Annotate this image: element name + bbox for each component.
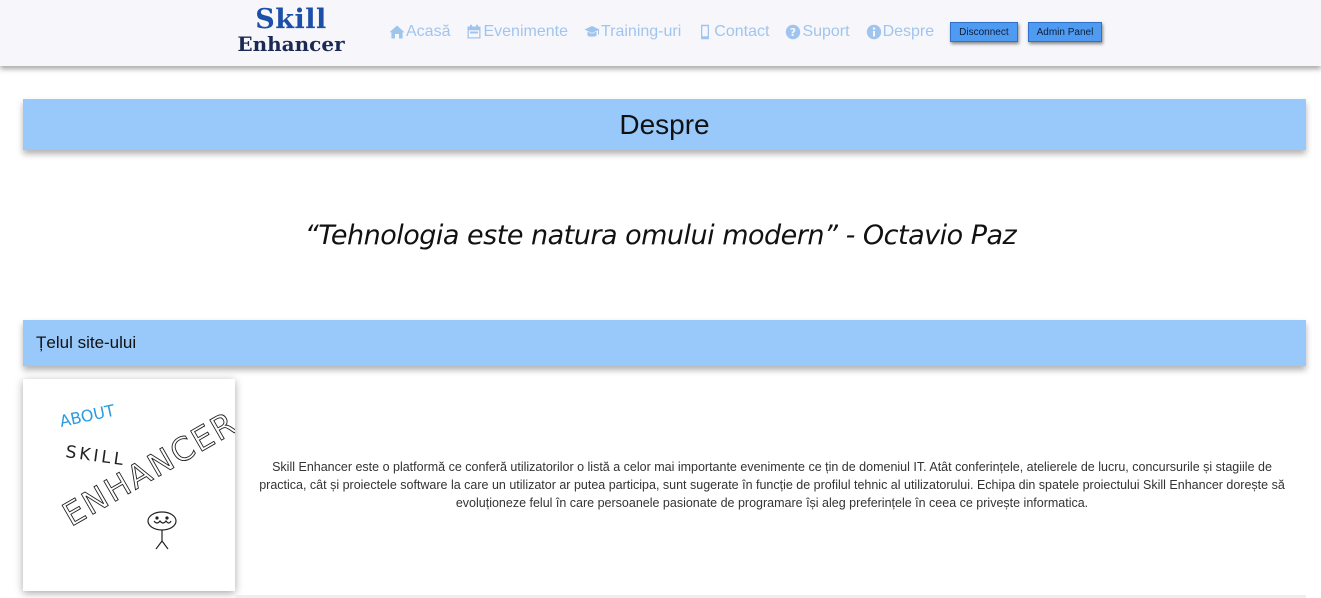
nav-label: Suport (802, 23, 850, 40)
question-circle-icon: ? (786, 24, 801, 40)
section-header: Țelul site-ului (23, 320, 1306, 366)
svg-text:?: ? (790, 26, 796, 39)
site-description: Skill Enhancer este o platformă ce confe… (259, 460, 1285, 510)
top-navbar: Skill Enhancer Acasă Evenimente Training… (0, 0, 1321, 66)
about-sketch-image: ABOUT SKILL ENHANCER (23, 379, 244, 591)
page-title: Despre (619, 108, 710, 140)
mobile-phone-icon (701, 24, 710, 40)
graduation-cap-icon (584, 26, 600, 37)
info-circle-icon (866, 24, 881, 40)
page-title-banner: Despre (23, 99, 1306, 150)
section-title: Țelul site-ului (36, 333, 137, 352)
nav-item-contact[interactable]: Contact (697, 23, 769, 41)
logo-line-1: Skill (255, 4, 327, 35)
calendar-icon (467, 24, 481, 39)
nav-item-acasa[interactable]: Acasă (389, 23, 450, 41)
sketch-about-text: ABOUT (58, 401, 117, 431)
nav-item-evenimente[interactable]: Evenimente (466, 23, 568, 41)
nav-label: Training-uri (600, 23, 682, 40)
logo-line-2: Enhancer (237, 32, 345, 56)
site-logo[interactable]: Skill Enhancer (236, 6, 346, 54)
nav-item-despre[interactable]: Despre (866, 23, 935, 41)
nav-label: Contact (714, 23, 770, 40)
main-nav: Acasă Evenimente Training-uri Contact ? … (389, 21, 1112, 43)
admin-panel-button[interactable]: Admin Panel (1027, 22, 1103, 42)
home-icon (389, 25, 405, 39)
disconnect-button[interactable]: Disconnect (950, 22, 1018, 42)
quote-text: “Tehnologia este natura omului modern” -… (304, 220, 1017, 251)
nav-item-training-uri[interactable]: Training-uri (584, 23, 681, 41)
sketch-drawing: ABOUT SKILL ENHANCER (56, 401, 244, 550)
nav-label: Despre (882, 23, 935, 40)
nav-item-suport[interactable]: ? Suport (785, 23, 850, 41)
nav-label: Acasă (406, 23, 451, 40)
smiley-stick-figure (147, 511, 177, 550)
nav-label: Evenimente (483, 23, 568, 40)
